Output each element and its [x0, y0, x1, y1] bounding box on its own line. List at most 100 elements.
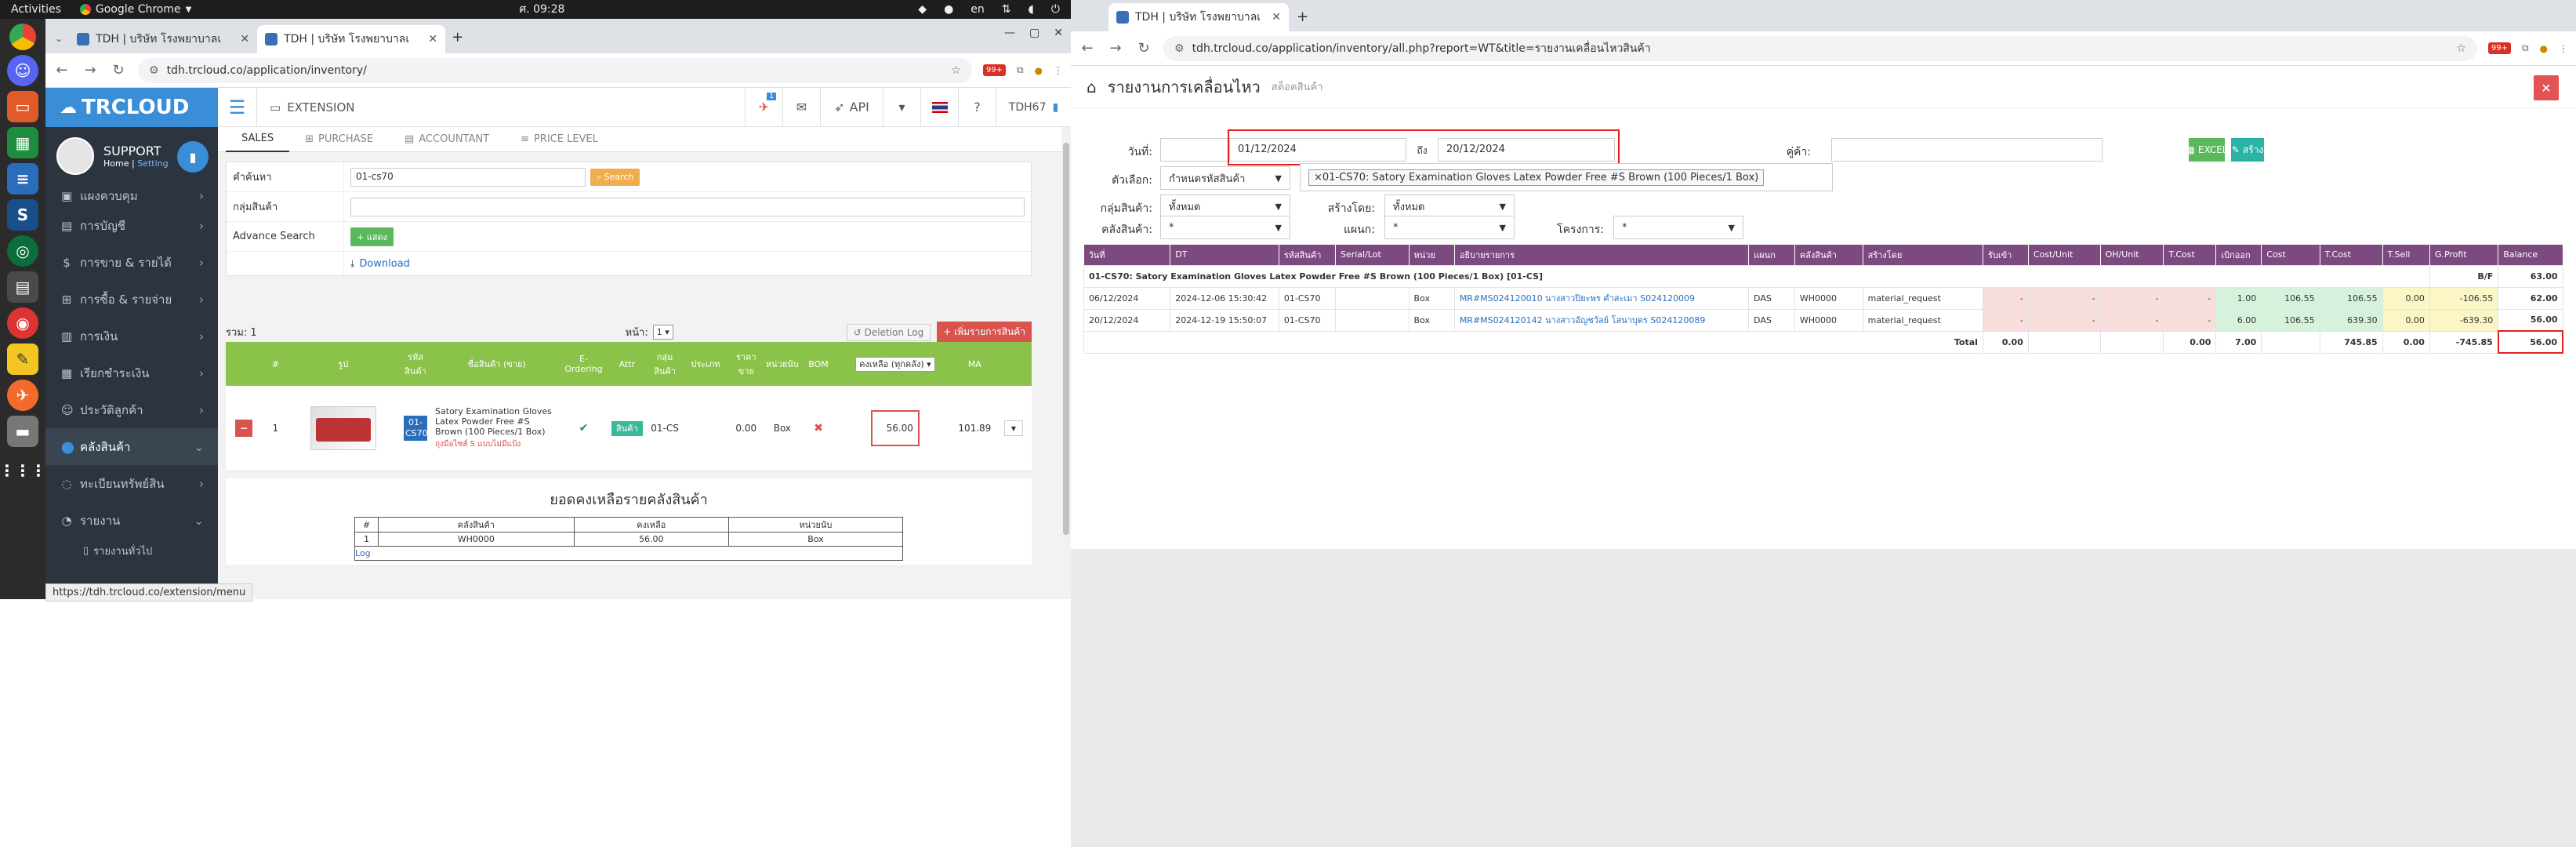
bookmark-star-icon[interactable]: ☆	[2456, 42, 2466, 55]
api-menu[interactable]: ➶ API	[820, 87, 883, 127]
tab-search-icon[interactable]: ⌄	[55, 33, 63, 44]
browser-tab-1[interactable]: TDH | บริษัท โรงพยาบาลเ ✕	[69, 25, 258, 53]
globe-dock-icon[interactable]: ◎	[7, 235, 38, 267]
user-menu[interactable]: TDH67 ▮	[996, 87, 1071, 127]
tab-sales[interactable]: SALES	[226, 127, 290, 152]
product-code[interactable]: 01-CS70	[403, 415, 428, 441]
extensions-icon[interactable]: ⧉	[2522, 42, 2529, 54]
forward-icon[interactable]: →	[82, 62, 99, 78]
remain-select[interactable]: คงเหลือ (ทุกคลัง) ▾	[855, 357, 935, 372]
sidebar-item-finance[interactable]: ▥ การเงิน ›	[45, 318, 218, 354]
excel-button[interactable]: ▦ EXCEL	[2186, 138, 2227, 162]
customer-input[interactable]	[1831, 138, 2103, 162]
url-field[interactable]: ⚙ tdh.trcloud.co/application/inventory/a…	[1163, 35, 2477, 61]
caret-down-icon[interactable]: ▾	[883, 87, 920, 127]
show-advance-button[interactable]: + แสดง	[350, 227, 394, 246]
clock[interactable]: ศ. 09:28	[519, 1, 564, 18]
disk-dock-icon[interactable]: ▬	[7, 416, 38, 447]
log-link[interactable]: Log	[355, 548, 371, 558]
site-info-icon[interactable]: ⚙	[149, 64, 159, 77]
document-dock-icon[interactable]: ≡	[7, 163, 38, 194]
app-menu[interactable]: Google Chrome ▼	[79, 3, 191, 16]
product-multiselect[interactable]: ×01-CS70: Satory Examination Gloves Late…	[1300, 163, 1833, 191]
tab-accountant[interactable]: ▤ ACCOUNTANT	[389, 127, 505, 152]
notifications-button[interactable]: ✈ 1	[745, 87, 782, 127]
sidebar-item-dashboard[interactable]: ▣ แผงควบคุม ›	[45, 185, 218, 207]
new-tab-icon[interactable]: +	[1297, 9, 1308, 25]
tab-purchase[interactable]: ⊞ PURCHASE	[289, 127, 389, 152]
extension-menu[interactable]: ▭ EXTENSION	[257, 88, 368, 127]
minimize-icon[interactable]: —	[1004, 27, 1015, 39]
document-link[interactable]: MR#MS024120010 นางสาวปิยะพร คำสะเมา S024…	[1460, 293, 1695, 304]
close-tab-icon[interactable]: ✕	[1272, 11, 1281, 24]
system-tray[interactable]: ◆ ● en ⇅ ◖ ⏻	[918, 3, 1060, 16]
sidebar-item-sales[interactable]: $ การขาย & รายได้ ›	[45, 244, 218, 281]
sidebar-item-billing[interactable]: ▦ เรียกชำระเงิน ›	[45, 354, 218, 391]
attr-badge[interactable]: สินค้า	[611, 420, 643, 436]
help-icon[interactable]: ?	[958, 87, 996, 127]
back-icon[interactable]: ←	[1079, 40, 1096, 56]
document-link[interactable]: MR#MS024120142 นางสาวอัญชวัลย์ โสนาบุตร …	[1460, 315, 1706, 325]
product-tag-chip[interactable]: ×01-CS70: Satory Examination Gloves Late…	[1308, 169, 1765, 186]
mail-icon[interactable]: ✉	[782, 87, 820, 127]
remove-row-button[interactable]: −	[235, 419, 253, 437]
content-scrollbar[interactable]	[1061, 127, 1071, 599]
reload-icon[interactable]: ↻	[110, 62, 127, 78]
book-icon[interactable]: ▮	[177, 141, 209, 173]
browser-tab-2[interactable]: TDH | บริษัท โรงพยาบาลเ ✕	[257, 25, 446, 53]
app-red-dock-icon[interactable]: ◉	[7, 307, 38, 339]
page-select[interactable]: 1 ▾	[652, 325, 673, 340]
date-prefix-field[interactable]	[1160, 138, 1229, 162]
sidebar-item-purchase[interactable]: ⊞ การซื้อ & รายจ่าย ›	[45, 281, 218, 318]
scroll-thumb[interactable]	[1063, 143, 1069, 535]
chrome-dock-icon[interactable]	[9, 24, 36, 50]
close-report-button[interactable]: ✕	[2534, 75, 2559, 100]
forward-icon[interactable]: →	[1107, 40, 1124, 56]
download-link[interactable]: Download	[359, 258, 410, 270]
sidebar-item-accounting[interactable]: ▤ การบัญชี ›	[45, 207, 218, 244]
tab-price-level[interactable]: ≡ PRICE LEVEL	[505, 127, 614, 152]
add-product-button[interactable]: + เพิ่มรายการสินค้า	[937, 322, 1032, 343]
department-select[interactable]: * ▼	[1384, 216, 1515, 239]
submenu-general-reports[interactable]: ▯ รายงานทั่วไป	[45, 539, 218, 562]
menu-kebab-icon[interactable]: ⋮	[1054, 65, 1063, 76]
discord-dock-icon[interactable]: ☺	[7, 55, 38, 86]
profile-icon[interactable]: ●	[1035, 65, 1043, 76]
back-icon[interactable]: ←	[53, 62, 71, 78]
option-select[interactable]: กำหนดรหัสสินค้า ▼	[1160, 166, 1290, 190]
url-field[interactable]: ⚙ tdh.trcloud.co/application/inventory/ …	[138, 57, 972, 83]
bookmark-star-icon[interactable]: ☆	[951, 64, 961, 77]
site-info-icon[interactable]: ⚙	[1174, 42, 1185, 55]
product-image[interactable]	[310, 405, 376, 450]
close-tab-icon[interactable]: ✕	[428, 33, 437, 45]
show-apps-icon[interactable]: ⋮⋮⋮	[0, 455, 46, 486]
build-report-button[interactable]: ✎ สร้าง	[2231, 138, 2264, 162]
home-icon[interactable]: ⌂	[1087, 78, 1097, 96]
spreadsheet-dock-icon[interactable]: ▦	[7, 127, 38, 158]
text-editor-dock-icon[interactable]: ✎	[7, 344, 38, 375]
extension-badge-icon[interactable]: 99+	[2487, 42, 2511, 54]
sidebar-item-inventory[interactable]: ⬤ คลังสินค้า ⌄	[45, 428, 218, 465]
sidebar-item-customers[interactable]: ☺ ประวัติลูกค้า ›	[45, 391, 218, 428]
keyword-input[interactable]: 01-cs70	[350, 167, 586, 187]
warehouse-select[interactable]: * ▼	[1160, 216, 1290, 239]
project-select[interactable]: * ▼	[1613, 216, 1743, 239]
close-window-icon[interactable]: ✕	[1054, 27, 1063, 39]
trcloud-logo[interactable]: ☁ TRCLOUD	[45, 88, 218, 127]
calculator-dock-icon[interactable]: ▤	[7, 271, 38, 303]
home-link[interactable]: Home	[103, 158, 129, 169]
reload-icon[interactable]: ↻	[1135, 40, 1152, 56]
hamburger-icon[interactable]: ☰	[218, 87, 257, 127]
files-dock-icon[interactable]: ▭	[7, 91, 38, 122]
activities-button[interactable]: Activities	[11, 3, 61, 16]
profile-icon[interactable]: ●	[2540, 43, 2548, 54]
thai-flag-icon[interactable]	[920, 87, 958, 127]
creator-select[interactable]: ทั้งหมด ▼	[1384, 194, 1515, 218]
close-tab-icon[interactable]: ✕	[240, 33, 249, 45]
menu-kebab-icon[interactable]: ⋮	[2559, 43, 2568, 54]
product-group-input[interactable]	[350, 197, 1025, 216]
extension-badge-icon[interactable]: 99+	[982, 64, 1006, 76]
search-button[interactable]: ⌕ Search	[590, 168, 640, 186]
sidebar-item-assets[interactable]: ◌ ทะเบียนทรัพย์สิน ›	[45, 465, 218, 502]
app-orange-dock-icon[interactable]: ✈	[7, 380, 38, 411]
